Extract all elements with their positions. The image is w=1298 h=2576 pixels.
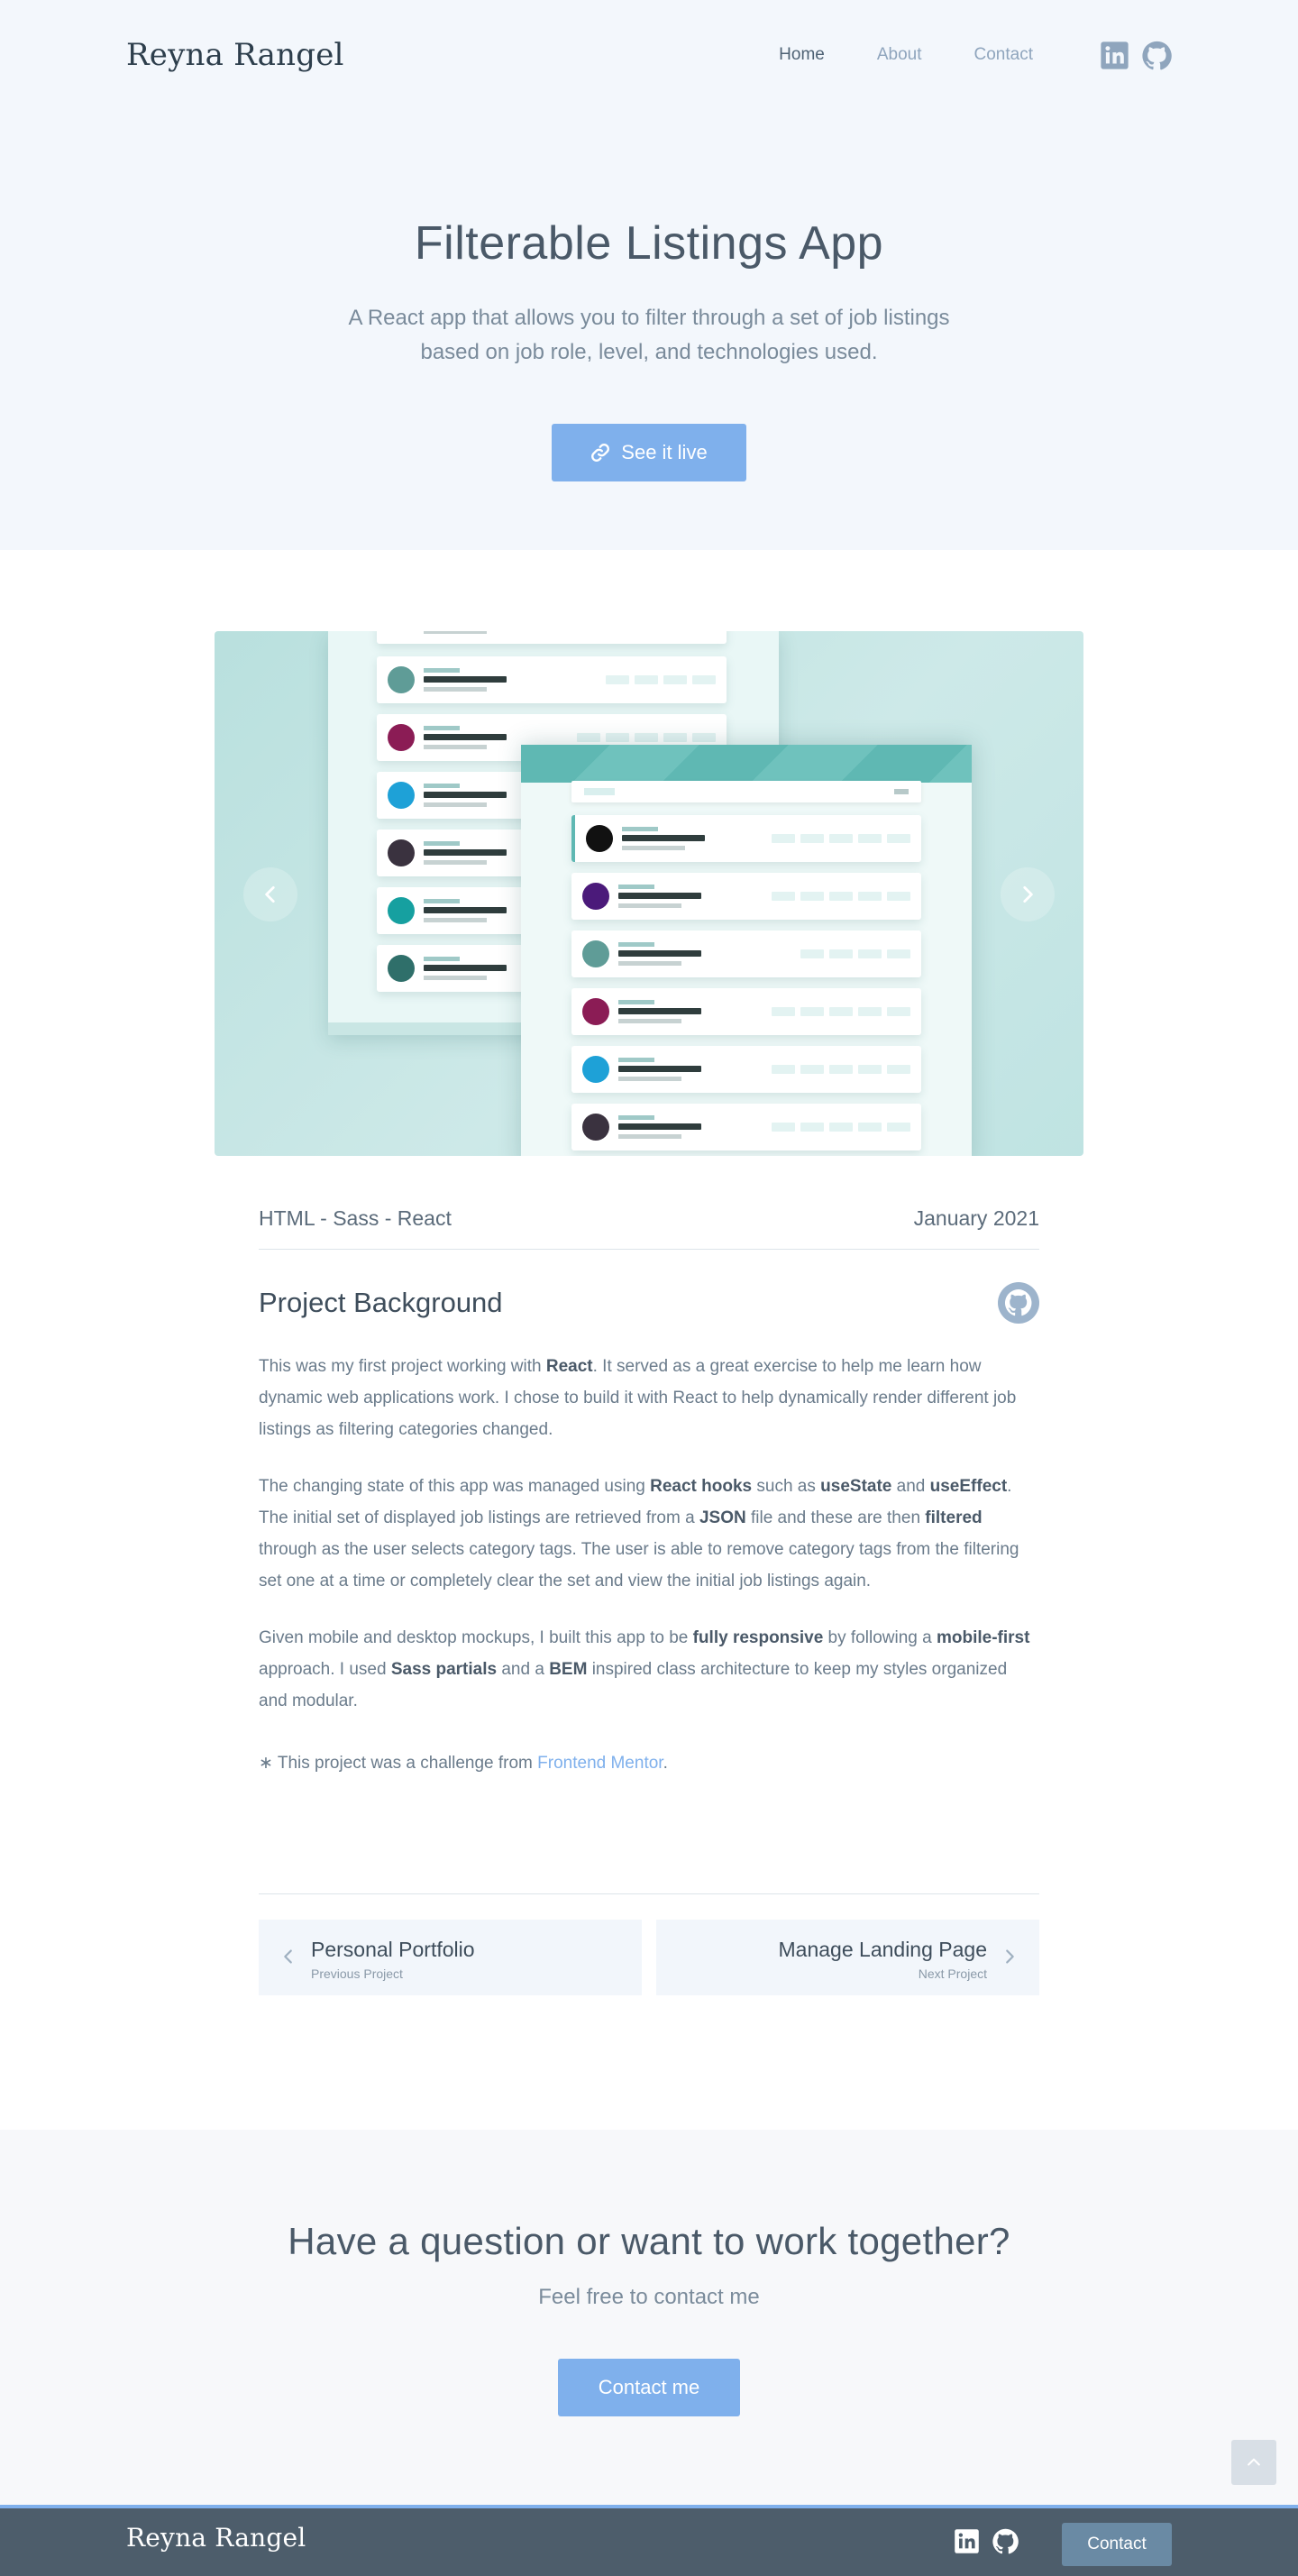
carousel-next-button[interactable] <box>1001 867 1055 921</box>
project-pager: Personal Portfolio Previous Project Mana… <box>259 1893 1039 1995</box>
contact-subtitle: Feel free to contact me <box>538 2285 760 2309</box>
see-it-live-button[interactable]: See it live <box>552 424 746 481</box>
listing-card-preview <box>377 631 727 644</box>
next-project-button[interactable]: Manage Landing Page Next Project <box>656 1920 1039 1995</box>
project-image-carousel <box>215 631 1083 1156</box>
project-details: HTML - Sass - React January 2021 Project… <box>259 1199 1039 1774</box>
nav-links: Home About Contact <box>779 45 1033 65</box>
listing-card-preview <box>571 815 921 862</box>
text-run: by following a <box>823 1628 937 1647</box>
github-icon[interactable] <box>992 2528 1019 2554</box>
contact-section: Have a question or want to work together… <box>0 2130 1298 2505</box>
nav-link-about[interactable]: About <box>877 45 922 65</box>
project-description: A React app that allows you to filter th… <box>348 306 950 364</box>
listing-card-preview <box>571 1046 921 1093</box>
contact-me-button[interactable]: Contact me <box>558 2359 740 2416</box>
section-title: Project Background <box>259 1287 503 1318</box>
note-text: . <box>663 1754 668 1773</box>
emphasis: useState <box>820 1477 892 1496</box>
listing-card-preview <box>377 656 727 703</box>
link-icon <box>591 444 610 462</box>
chevron-right-icon <box>1006 1949 1014 1964</box>
linkedin-icon[interactable] <box>1100 41 1129 70</box>
footer-contact-button[interactable]: Contact <box>1062 2523 1172 2566</box>
listing-card-preview <box>571 988 921 1035</box>
previous-project-button[interactable]: Personal Portfolio Previous Project <box>259 1920 642 1995</box>
background-paragraph-1: This was my first project working with R… <box>259 1351 1039 1445</box>
emphasis: Sass partials <box>390 1660 498 1679</box>
text-run: and <box>891 1477 930 1496</box>
background-paragraph-3: Given mobile and desktop mockups, I buil… <box>259 1622 1039 1717</box>
nav-link-contact[interactable]: Contact <box>974 45 1033 65</box>
text-run: file and these are then <box>745 1508 926 1527</box>
emphasis: React <box>545 1357 593 1376</box>
site-footer: Reyna Rangel Contact <box>0 2505 1298 2576</box>
chevron-left-icon <box>284 1949 292 1964</box>
social-icons <box>1100 41 1172 70</box>
project-title: Filterable Listings App <box>414 217 884 270</box>
background-header: Project Background <box>259 1282 1039 1324</box>
hero-content: Filterable Listings App A React app that… <box>0 216 1298 370</box>
listing-card-preview <box>571 1104 921 1150</box>
listing-card-preview <box>571 930 921 977</box>
screenshot-header-pattern <box>521 745 972 783</box>
top-nav: Reyna Rangel Home About Contact <box>126 32 1172 78</box>
text-run: through as the user selects category tag… <box>259 1540 1019 1591</box>
footer-social-icons <box>954 2528 1019 2554</box>
chevron-left-icon <box>265 886 275 903</box>
text-run: This was my first project working with <box>259 1357 546 1376</box>
scroll-to-top-button[interactable] <box>1231 2440 1276 2485</box>
linkedin-icon[interactable] <box>954 2528 980 2554</box>
challenge-note: ∗ This project was a challenge from Fron… <box>259 1753 1039 1774</box>
text-run: The changing state of this app was manag… <box>259 1477 651 1496</box>
mobile-screenshot <box>521 745 972 1156</box>
hero-section: Reyna Rangel Home About Contact Filterab… <box>0 0 1298 550</box>
emphasis: filtered <box>925 1508 983 1527</box>
background-paragraph-2: The changing state of this app was manag… <box>259 1471 1039 1597</box>
filter-bar-preview <box>571 781 921 802</box>
previous-project-label: Previous Project <box>311 1966 403 1981</box>
previous-project-title: Personal Portfolio <box>311 1938 475 1961</box>
next-project-label: Next Project <box>918 1966 987 1981</box>
carousel-prev-button[interactable] <box>243 867 297 921</box>
text-run: Given mobile and desktop mockups, I buil… <box>259 1628 693 1647</box>
page: Reyna Rangel Home About Contact Filterab… <box>0 0 1298 2576</box>
listing-card-preview <box>571 873 921 920</box>
brand-logo[interactable]: Reyna Rangel <box>126 37 344 73</box>
chevron-up-icon <box>1248 2458 1260 2466</box>
frontend-mentor-link[interactable]: Frontend Mentor <box>537 1754 663 1773</box>
text-run: such as <box>752 1477 821 1496</box>
chevron-right-icon <box>1023 886 1033 903</box>
project-date: January 2021 <box>913 1206 1039 1230</box>
footer-brand[interactable]: Reyna Rangel <box>126 2523 306 2553</box>
emphasis: BEM <box>549 1660 588 1679</box>
emphasis: useEffect <box>929 1477 1008 1496</box>
github-icon[interactable] <box>998 1282 1039 1324</box>
emphasis: JSON <box>699 1508 746 1527</box>
next-project-title: Manage Landing Page <box>778 1938 987 1961</box>
contact-title: Have a question or want to work together… <box>288 2220 1010 2262</box>
text-run: approach. I used <box>259 1660 391 1679</box>
see-it-live-label: See it live <box>621 441 708 463</box>
github-icon[interactable] <box>1142 41 1172 70</box>
emphasis: fully responsive <box>692 1628 824 1647</box>
text-run: and a <box>497 1660 550 1679</box>
nav-link-home[interactable]: Home <box>779 45 825 65</box>
tech-stack: HTML - Sass - React <box>259 1206 452 1230</box>
emphasis: mobile-first <box>936 1628 1030 1647</box>
emphasis: React hooks <box>650 1477 753 1496</box>
project-meta: HTML - Sass - React January 2021 <box>259 1199 1039 1250</box>
note-text: ∗ This project was a challenge from <box>259 1754 538 1773</box>
